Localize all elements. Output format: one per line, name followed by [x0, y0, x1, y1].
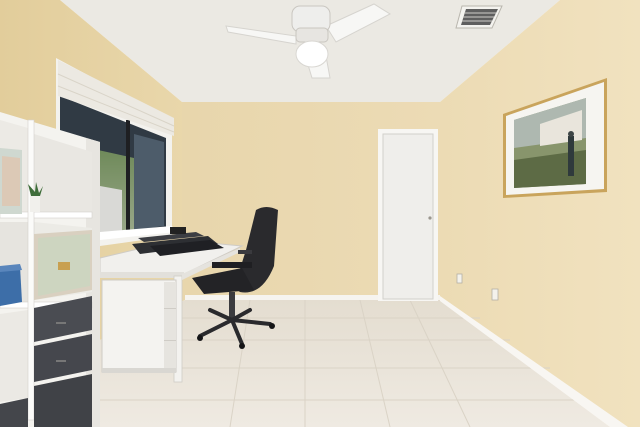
room-illustration: [0, 0, 640, 427]
storage-box-blue: [0, 264, 22, 306]
map-storage-box: [34, 230, 92, 300]
room-photo: [0, 0, 640, 427]
window-view-sky: [134, 134, 164, 230]
cube-shelf: [0, 112, 100, 427]
door[interactable]: [382, 133, 434, 300]
window-view-house: [100, 186, 122, 234]
door-knob-icon[interactable]: [428, 216, 432, 220]
file-cabinet[interactable]: [101, 279, 177, 373]
